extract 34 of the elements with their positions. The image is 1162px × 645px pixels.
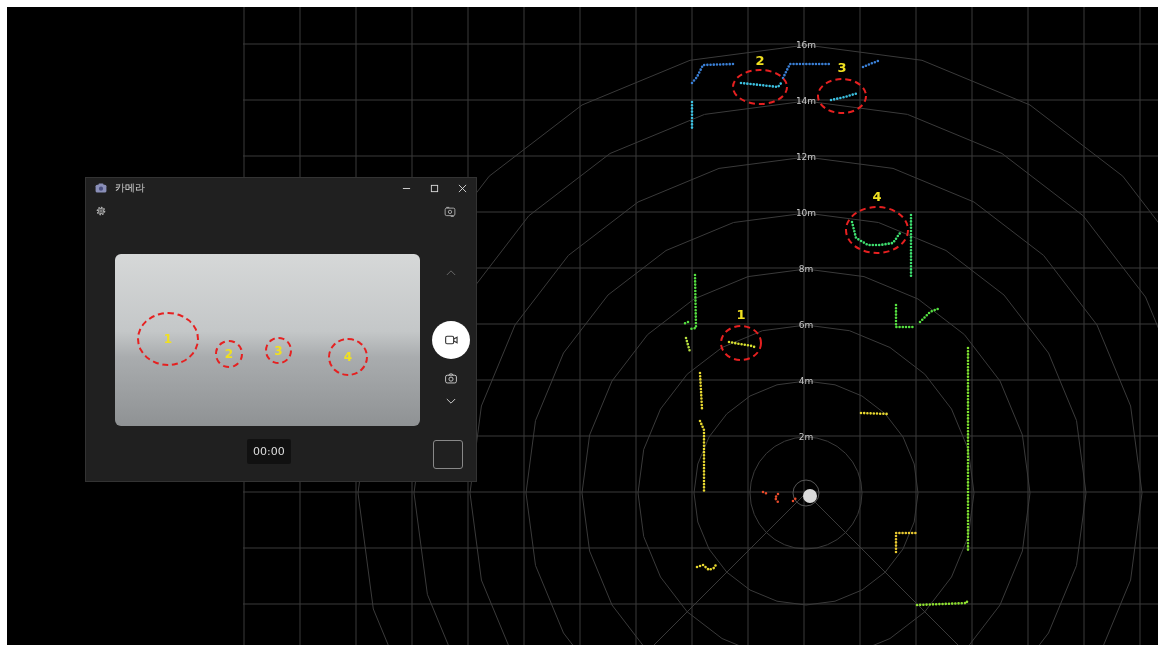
numbered-marker: 4 — [328, 338, 368, 376]
marker-number: 2 — [755, 53, 765, 68]
marker-number: 3 — [837, 60, 847, 75]
switch-camera-icon[interactable] — [444, 205, 456, 217]
camera-icon[interactable] — [445, 373, 457, 384]
range-label: 2m — [798, 432, 814, 442]
dashed-ellipse — [720, 325, 762, 361]
numbered-marker: 1 — [137, 312, 199, 366]
maximize-icon — [429, 183, 439, 193]
record-video-button[interactable] — [432, 321, 470, 359]
window-title: 카메라 — [115, 181, 145, 195]
range-label: 6m — [798, 320, 814, 330]
range-label: 16m — [795, 40, 817, 50]
range-label: 12m — [795, 152, 817, 162]
range-label: 14m — [795, 96, 817, 106]
dashed-ellipse — [817, 78, 867, 114]
marker-number: 4 — [872, 189, 882, 204]
range-label: 4m — [798, 376, 814, 386]
range-label: 8m — [798, 264, 814, 274]
recording-timer: 00:00 — [247, 438, 291, 464]
dashed-ellipse — [732, 69, 788, 105]
numbered-marker: 3 — [265, 337, 292, 364]
close-icon — [457, 183, 467, 193]
camera-app-icon — [95, 183, 107, 193]
settings-icon[interactable] — [95, 205, 107, 217]
sensor-dot — [803, 489, 817, 503]
gallery-thumbnail-button[interactable] — [433, 440, 463, 469]
marker-number: 1 — [736, 307, 746, 322]
range-label: 10m — [795, 208, 817, 218]
dashed-ellipse — [845, 206, 909, 254]
numbered-marker: 2 — [215, 340, 243, 368]
chevron-down-icon[interactable] — [446, 398, 456, 405]
video-camera-icon — [444, 335, 458, 345]
chevron-up-icon[interactable] — [446, 269, 456, 276]
